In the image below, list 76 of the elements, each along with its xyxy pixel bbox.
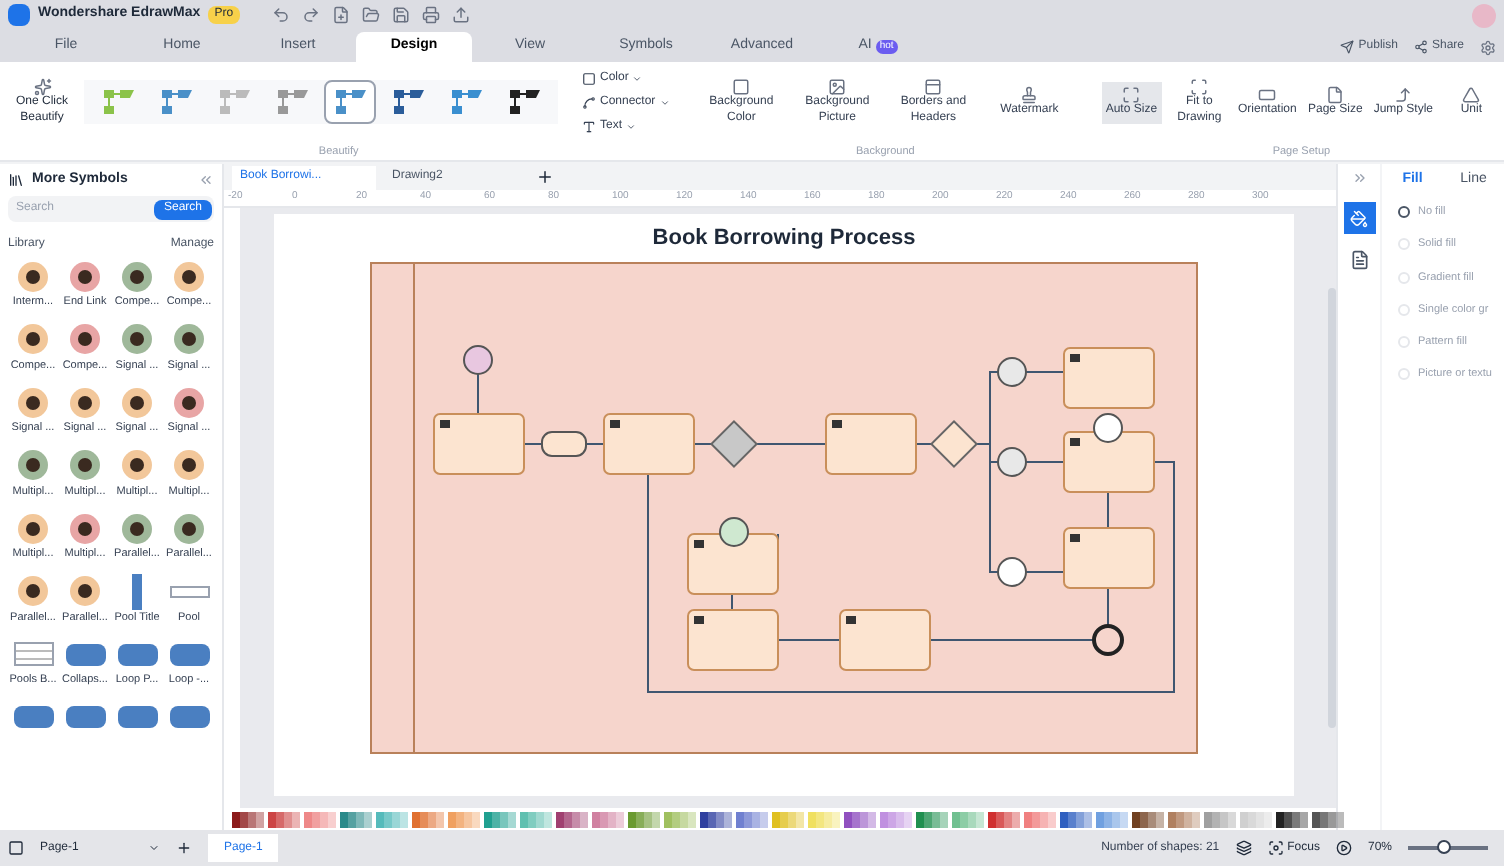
- event-symbol-icon[interactable]: [18, 261, 48, 291]
- event-symbol-icon[interactable]: [70, 261, 100, 291]
- event-symbol-icon[interactable]: [70, 513, 100, 543]
- slider-thumb[interactable]: [1437, 840, 1451, 854]
- redo-icon[interactable]: [301, 6, 320, 24]
- share-icon: [1413, 40, 1428, 54]
- event-symbol-icon[interactable]: [174, 324, 204, 354]
- event-symbol-icon[interactable]: [18, 324, 48, 354]
- block-symbol-icon[interactable]: [169, 643, 209, 665]
- event-symbol-icon[interactable]: [122, 387, 152, 417]
- event-symbol-icon[interactable]: [70, 450, 100, 480]
- borders-icon: [924, 78, 943, 97]
- event-symbol-icon[interactable]: [122, 324, 152, 354]
- page-panel-icon[interactable]: [1349, 250, 1369, 270]
- paint-bucket-icon: [1350, 209, 1368, 227]
- fill-panel-button[interactable]: [1343, 202, 1375, 234]
- event-symbol-icon[interactable]: [70, 576, 100, 606]
- event-symbol-icon[interactable]: [18, 513, 48, 543]
- lanes-icon[interactable]: [13, 642, 53, 666]
- add-page-icon[interactable]: [176, 840, 192, 856]
- color-icon: [732, 78, 751, 97]
- color-icon: [582, 71, 596, 86]
- event-symbol-icon[interactable]: [18, 387, 48, 417]
- event-symbol-icon[interactable]: [174, 450, 204, 480]
- publish-icon: [1340, 40, 1355, 54]
- watermark-icon: [1020, 86, 1039, 105]
- event-symbol-icon[interactable]: [174, 513, 204, 543]
- save-icon[interactable]: [391, 6, 410, 24]
- event-symbol-icon[interactable]: [70, 387, 100, 417]
- diagram-title: Book Borrowing Process: [652, 224, 916, 254]
- style-thumbnail[interactable]: [324, 80, 376, 125]
- text-icon: [582, 119, 596, 134]
- block-symbol-icon[interactable]: [65, 706, 105, 728]
- connector-icon: [582, 95, 596, 110]
- block-symbol-icon[interactable]: [117, 706, 157, 728]
- caret-icon: [626, 121, 637, 132]
- folder-icon[interactable]: [361, 6, 380, 24]
- collapse-icon[interactable]: [198, 172, 214, 188]
- add-tab-icon[interactable]: [536, 168, 554, 186]
- block-symbol-icon[interactable]: [169, 706, 209, 728]
- caret-icon: [148, 842, 160, 854]
- event-symbol-icon[interactable]: [122, 513, 152, 543]
- event-symbol-icon[interactable]: [18, 576, 48, 606]
- avatar-icon: [1472, 3, 1496, 27]
- autosize-icon: [1122, 86, 1141, 105]
- block-symbol-icon[interactable]: [13, 706, 53, 728]
- settings-icon[interactable]: [1480, 39, 1496, 55]
- sparkle-icon: [33, 78, 51, 97]
- caret-icon: [659, 97, 670, 108]
- library-icon: [8, 172, 24, 188]
- pool-icon[interactable]: [169, 585, 209, 597]
- caret-icon: [632, 73, 643, 84]
- pagesize-icon: [1326, 86, 1345, 105]
- page-view-icon[interactable]: [8, 840, 24, 856]
- block-symbol-icon[interactable]: [117, 643, 157, 665]
- event-symbol-icon[interactable]: [174, 387, 204, 417]
- unit-icon: [1462, 86, 1481, 105]
- app-logo-icon: [8, 4, 30, 26]
- event-symbol-icon[interactable]: [70, 324, 100, 354]
- picture-icon: [828, 78, 847, 97]
- new-file-icon[interactable]: [331, 6, 350, 24]
- event-symbol-icon[interactable]: [122, 450, 152, 480]
- pool-title-icon[interactable]: [132, 573, 142, 609]
- event-symbol-icon[interactable]: [122, 261, 152, 291]
- print-icon[interactable]: [421, 6, 440, 24]
- export-icon[interactable]: [451, 6, 470, 24]
- play-icon[interactable]: [1335, 840, 1352, 856]
- block-symbol-icon[interactable]: [65, 643, 105, 665]
- layers-icon[interactable]: [1235, 840, 1252, 856]
- undo-icon[interactable]: [271, 6, 290, 24]
- fit-icon: [1190, 78, 1209, 97]
- jump-icon: [1394, 86, 1413, 105]
- orientation-icon: [1258, 86, 1277, 105]
- event-symbol-icon[interactable]: [174, 261, 204, 291]
- event-symbol-icon[interactable]: [18, 450, 48, 480]
- focus-icon: [1267, 840, 1284, 856]
